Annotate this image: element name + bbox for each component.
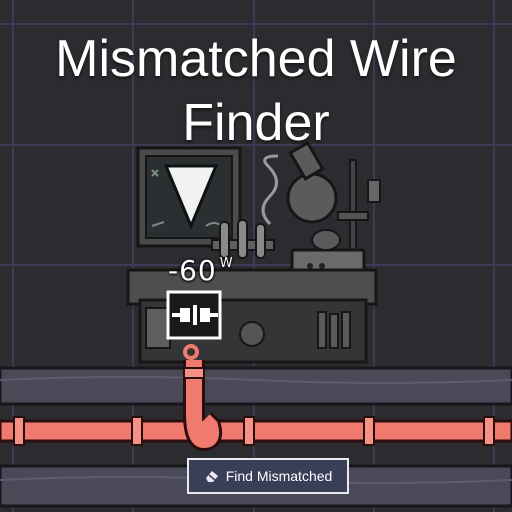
- lab-desk: [126, 268, 378, 364]
- eraser-icon: [205, 471, 218, 482]
- power-wattage-label: -60 W: [168, 254, 233, 287]
- find-mismatched-button[interactable]: Find Mismatched: [187, 458, 349, 494]
- wattage-unit: W: [219, 256, 233, 271]
- wattage-value: -60: [168, 254, 217, 287]
- find-mismatched-label: Find Mismatched: [225, 468, 333, 484]
- overlay-title-line-2: Finder: [182, 94, 330, 152]
- test-tube-rack: [211, 219, 275, 259]
- power-plug-icon[interactable]: [166, 290, 222, 340]
- overlay-title: Mismatched Wire: [55, 30, 457, 88]
